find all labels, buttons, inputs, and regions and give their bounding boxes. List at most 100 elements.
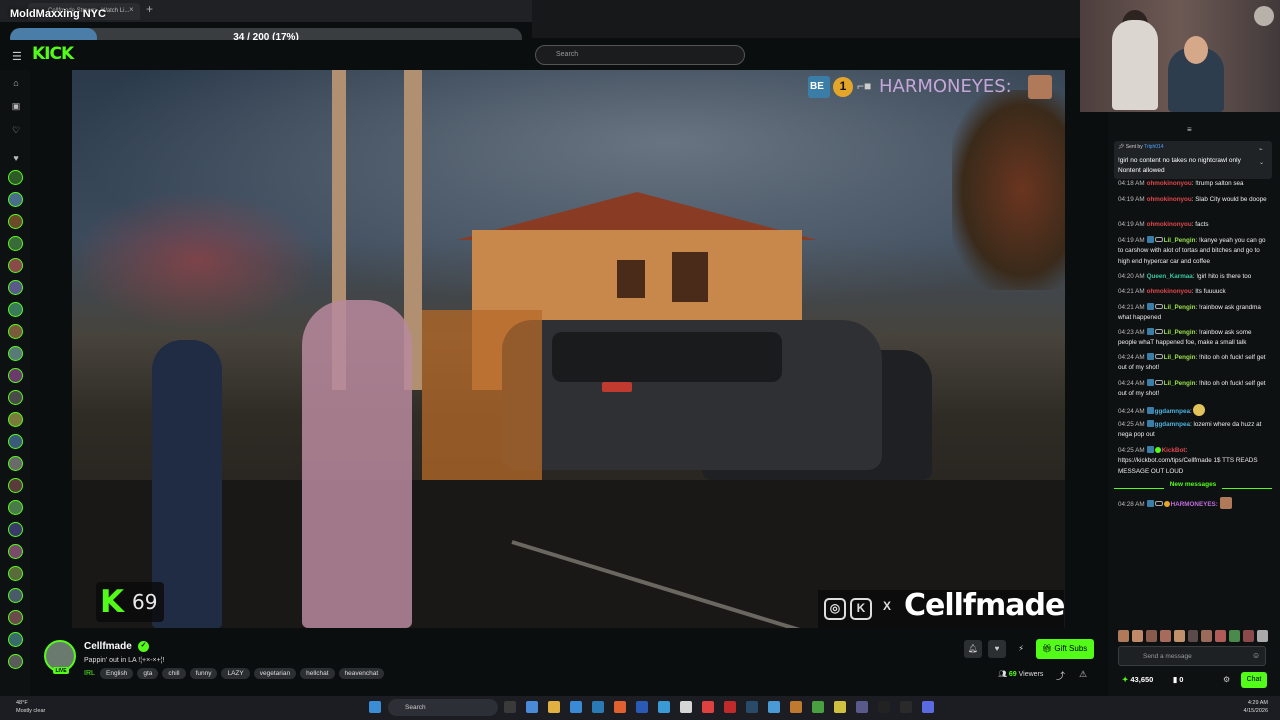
pinned-by-user[interactable]: Trlph014	[1144, 144, 1164, 150]
chat-username[interactable]: Lil_Pengin	[1164, 354, 1196, 361]
taskbar-app-icon[interactable]	[812, 701, 824, 713]
chat-username[interactable]: ggdamnpea	[1155, 408, 1190, 415]
subscribe-icon[interactable]: ⚡︎	[1012, 640, 1030, 658]
browse-icon[interactable]: ▣	[10, 101, 22, 113]
home-icon[interactable]: ⌂	[10, 78, 22, 90]
taskbar-app-icon[interactable]	[922, 701, 934, 713]
followed-channel-avatar[interactable]	[8, 368, 23, 383]
followed-channel-avatar[interactable]	[8, 346, 23, 361]
stream-tag[interactable]: English	[100, 668, 134, 679]
taskbar-app-icon[interactable]	[592, 701, 604, 713]
stream-tag[interactable]: funny	[189, 668, 218, 679]
stream-tag[interactable]: LAZY	[221, 668, 250, 679]
start-icon[interactable]	[369, 701, 381, 713]
chat-username[interactable]: ggdamnpea	[1155, 421, 1190, 428]
followed-channel-avatar[interactable]	[8, 456, 23, 471]
emote[interactable]	[1215, 630, 1227, 642]
followed-channel-avatar[interactable]	[8, 588, 23, 603]
new-messages-label[interactable]: New messages	[1114, 481, 1272, 495]
followed-channel-avatar[interactable]	[8, 632, 23, 647]
taskbar-app-icon[interactable]	[768, 701, 780, 713]
emote[interactable]	[1243, 630, 1255, 642]
emoji-icon[interactable]: ☺	[1252, 651, 1260, 660]
bell-icon[interactable]: 🔔︎	[964, 640, 982, 658]
emote[interactable]	[1187, 630, 1199, 642]
emote[interactable]	[1131, 630, 1143, 642]
chat-username[interactable]: KickBot	[1162, 447, 1186, 454]
followed-channel-avatar[interactable]	[8, 192, 23, 207]
channel-points[interactable]: ✦ 43,650	[1122, 675, 1153, 684]
followed-channel-avatar[interactable]	[8, 610, 23, 625]
taskbar-app-icon[interactable]	[724, 701, 736, 713]
chat-username[interactable]: Lil_Pengin	[1164, 304, 1196, 311]
emote-strip[interactable]	[1118, 630, 1268, 642]
emote[interactable]	[1145, 630, 1157, 642]
following-icon[interactable]: ♡	[10, 125, 22, 137]
followed-channel-avatar[interactable]	[8, 324, 23, 339]
taskbar-app-icon[interactable]	[614, 701, 626, 713]
new-tab-icon[interactable]: +	[146, 2, 153, 16]
taskbar-app-icon[interactable]	[878, 701, 890, 713]
stream-tag[interactable]: gta	[137, 668, 159, 679]
kick-logo[interactable]: KICK	[32, 44, 74, 64]
followed-channel-avatar[interactable]	[8, 522, 23, 537]
chat-username[interactable]: Queen_Karmaa	[1147, 273, 1193, 280]
stream-tag[interactable]: heavenchat	[338, 668, 385, 679]
gift-subs-button[interactable]: 🎁︎ Gift Subs	[1036, 639, 1094, 659]
tab-close-icon[interactable]: ×	[129, 5, 134, 14]
taskbar-app-icon[interactable]	[658, 701, 670, 713]
weather-widget[interactable]: 48°F Mostly clear	[16, 699, 45, 715]
share-icon[interactable]: ⤴	[1056, 669, 1065, 682]
pin-controls[interactable]: ⌁ ⌄	[1259, 144, 1264, 170]
chat-send-button[interactable]: Chat	[1241, 672, 1267, 688]
emote[interactable]	[1159, 630, 1171, 642]
emote[interactable]	[1173, 630, 1185, 642]
chat-username[interactable]: Lil_Pengin	[1164, 380, 1196, 387]
chat-filter-icon[interactable]: ≡	[1187, 125, 1192, 134]
taskbar-app-icon[interactable]	[526, 701, 538, 713]
emote[interactable]	[1118, 630, 1129, 642]
taskbar-app-icon[interactable]	[504, 701, 516, 713]
clock[interactable]: 4:29 AM 4/15/2026	[1236, 699, 1268, 715]
followed-channel-avatar[interactable]	[8, 478, 23, 493]
taskbar-app-icon[interactable]	[702, 701, 714, 713]
followed-channel-avatar[interactable]	[8, 654, 23, 669]
search-input[interactable]: Search	[535, 45, 745, 65]
stream-tag[interactable]: hellchat	[300, 668, 335, 679]
followed-channel-avatar[interactable]	[8, 214, 23, 229]
follow-heart-icon[interactable]: ♥	[988, 640, 1006, 658]
taskbar-app-icon[interactable]	[746, 701, 758, 713]
followed-channel-avatar[interactable]	[8, 280, 23, 295]
emote[interactable]	[1257, 630, 1268, 642]
taskbar-app-icon[interactable]	[900, 701, 912, 713]
followed-channel-avatar[interactable]	[8, 302, 23, 317]
chat-username[interactable]: ohmokinonyou	[1147, 221, 1192, 228]
followed-channel-avatar[interactable]	[8, 544, 23, 559]
chat-username[interactable]: Lil_Pengin	[1164, 237, 1196, 244]
warning-icon[interactable]: ⚠	[1079, 669, 1087, 680]
gear-icon[interactable]: ⚙	[1223, 675, 1230, 684]
menu-icon[interactable]: ☰	[12, 50, 22, 63]
chat-username[interactable]: HARMONEYES:	[1171, 501, 1218, 508]
stream-tag[interactable]: vegetarian	[253, 668, 297, 679]
category-link[interactable]: IRL	[84, 670, 95, 677]
emote[interactable]	[1229, 630, 1241, 642]
taskbar-app-icon[interactable]	[834, 701, 846, 713]
followed-channel-avatar[interactable]	[8, 566, 23, 581]
video-player[interactable]	[72, 70, 1065, 628]
chat-username[interactable]: ohmokinonyou	[1147, 288, 1192, 295]
chat-username[interactable]: ohmokinonyou	[1147, 196, 1192, 203]
taskbar-app-icon[interactable]	[790, 701, 802, 713]
followed-channel-avatar[interactable]	[8, 258, 23, 273]
chat-input[interactable]: Send a message	[1118, 646, 1266, 666]
followed-channel-avatar[interactable]	[8, 500, 23, 515]
chat-username[interactable]: ohmokinonyou	[1147, 180, 1192, 187]
taskbar-app-icon[interactable]	[636, 701, 648, 713]
followed-channel-avatar[interactable]	[8, 390, 23, 405]
followed-channel-avatar[interactable]	[8, 412, 23, 427]
stream-tag[interactable]: chill	[162, 668, 186, 679]
taskbar-app-icon[interactable]	[680, 701, 692, 713]
followed-channel-avatar[interactable]	[8, 434, 23, 449]
chat-username[interactable]: Lil_Pengin	[1164, 329, 1196, 336]
followed-channel-avatar[interactable]	[8, 236, 23, 251]
